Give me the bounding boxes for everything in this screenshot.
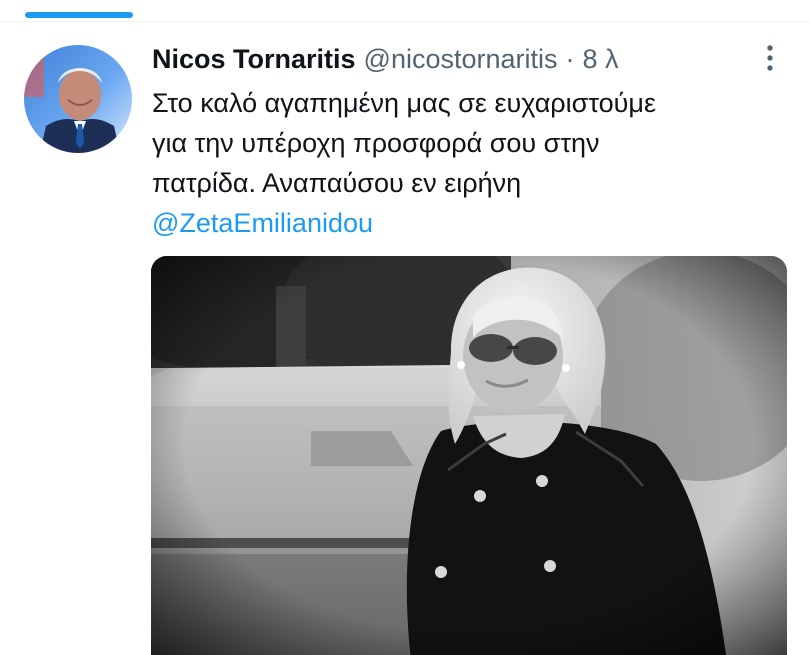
author-name[interactable]: Nicos Tornaritis <box>152 44 356 75</box>
tweet-text: Στο καλό αγαπημένη μας σε ευχαριστούμε γ… <box>152 83 792 243</box>
more-vertical-icon <box>767 45 773 71</box>
tweet-timestamp[interactable]: 8 λ <box>583 44 619 75</box>
divider <box>0 21 809 22</box>
separator-dot: · <box>565 43 575 74</box>
tweet-photo-image <box>151 256 787 655</box>
tweet-view: Nicos Tornaritis @nicostornaritis · 8 λ … <box>0 0 809 655</box>
tweet-text-line: πατρίδα. Αναπαύσου εν ειρήνη <box>152 168 522 198</box>
tweet-text-line: Στο καλό αγαπημένη μας σε ευχαριστούμε <box>152 88 656 118</box>
author-handle[interactable]: @nicostornaritis <box>364 44 558 75</box>
avatar-photo <box>24 45 132 153</box>
mention-link[interactable]: @ZetaEmilianidou <box>152 203 792 243</box>
tweet-header: Nicos Tornaritis @nicostornaritis · 8 λ <box>152 40 619 78</box>
avatar[interactable] <box>24 45 132 153</box>
more-options-button[interactable] <box>754 42 786 74</box>
tweet-photo[interactable] <box>151 256 787 655</box>
tweet-text-line: για την υπέροχη προσφορά σου στην <box>152 128 600 158</box>
tab-indicator <box>25 12 133 18</box>
